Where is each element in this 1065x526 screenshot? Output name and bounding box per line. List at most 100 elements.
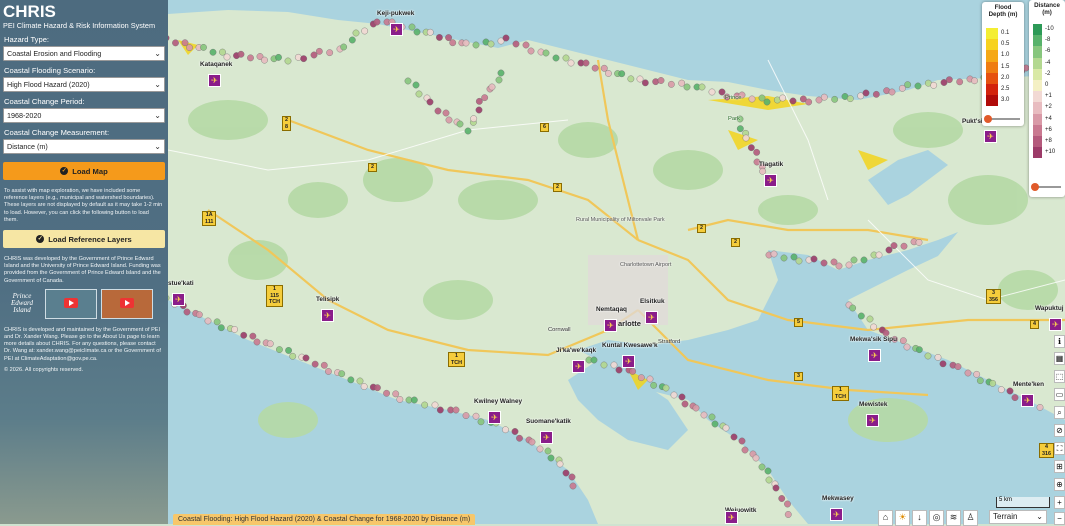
coastal-change-dot[interactable] [914,82,922,90]
coastal-change-dot[interactable] [552,54,560,62]
coastal-change-dot[interactable] [412,81,420,89]
coastal-change-dot[interactable] [964,369,972,377]
coastal-change-dot[interactable] [204,317,212,325]
coastal-change-dot[interactable] [753,148,761,156]
coastal-change-dot[interactable] [373,18,381,26]
coastal-change-dot[interactable] [326,49,334,57]
layers-off-icon[interactable]: ⊘ [1054,424,1065,437]
coastal-change-dot[interactable] [736,125,744,133]
coastal-change-dot[interactable] [408,23,416,31]
coastal-change-dot[interactable] [183,308,191,316]
coastal-change-dot[interactable] [311,360,319,368]
coastal-change-dot[interactable] [667,80,675,88]
coastal-change-dot[interactable] [186,44,193,52]
coastal-change-dot[interactable] [610,361,618,369]
video-thumbnail-2[interactable] [101,288,153,319]
coastal-change-dot[interactable] [195,311,203,319]
coastal-change-dot[interactable] [641,79,649,87]
coastal-change-dot[interactable] [772,484,780,492]
coastal-change-dot[interactable] [875,251,883,259]
coastal-change-dot[interactable] [452,406,460,414]
coastal-change-dot[interactable] [434,107,442,115]
coastal-change-dot[interactable] [657,77,665,84]
coastal-change-dot[interactable] [475,97,483,105]
map-canvas[interactable]: Charlottetown Airport Rural Municipality… [168,0,1065,524]
coastal-change-dot[interactable] [849,304,857,312]
coastal-change-dot[interactable] [310,51,318,59]
coastal-change-dot[interactable] [315,47,323,55]
coastal-change-dot[interactable] [445,34,452,41]
coastal-change-dot[interactable] [904,81,912,89]
coastal-change-dot[interactable] [778,495,786,502]
coastal-change-dot[interactable] [426,28,434,36]
coastal-change-dot[interactable] [497,69,505,77]
coastal-change-dot[interactable] [544,447,552,455]
coastal-change-dot[interactable] [527,47,535,55]
coastal-change-dot[interactable] [741,446,749,454]
coastal-change-dot[interactable] [752,454,760,462]
coastal-change-dot[interactable] [383,389,390,397]
coastal-change-dot[interactable] [348,36,356,44]
slider-handle[interactable] [984,115,992,123]
coastal-change-dot[interactable] [924,352,932,360]
community-marker-icon[interactable]: ✈ [172,293,185,306]
coastal-change-dot[interactable] [410,396,418,404]
coastal-change-dot[interactable] [898,84,906,92]
coastal-change-dot[interactable] [738,437,746,445]
coastal-change-dot[interactable] [404,77,412,85]
coastal-change-dot[interactable] [522,41,530,49]
chart-icon[interactable]: ⬚ [1054,370,1065,383]
community-marker-icon[interactable]: ✈ [1021,394,1034,407]
coastal-change-dot[interactable] [415,90,423,98]
coastal-change-dot[interactable] [249,332,257,340]
coastal-change-dot[interactable] [862,89,870,97]
load-reference-button[interactable]: ✓ Load Reference Layers [3,230,165,249]
coastal-change-dot[interactable] [556,460,564,468]
coastal-change-dot[interactable] [436,406,444,414]
coastal-change-dot[interactable] [219,48,226,56]
coastal-change-dot[interactable] [763,98,771,106]
coastal-change-dot[interactable] [481,94,489,102]
coastal-change-dot[interactable] [722,424,730,432]
community-marker-icon[interactable]: ✈ [321,309,334,322]
coastal-change-dot[interactable] [805,98,813,106]
period-select[interactable]: 1968-2020 ⌄ [3,108,165,123]
flood-opacity-slider[interactable] [984,115,1020,123]
coastal-change-dot[interactable] [213,318,221,326]
coastal-change-dot[interactable] [915,238,923,246]
coastal-change-dot[interactable] [683,83,691,91]
coastal-change-dot[interactable] [885,246,893,254]
coastal-change-dot[interactable] [276,346,283,353]
coastal-change-dot[interactable] [636,75,644,83]
community-marker-icon[interactable]: ✈ [725,511,738,524]
coastal-change-dot[interactable] [240,331,248,339]
coastal-change-dot[interactable] [820,259,828,267]
coastal-change-dot[interactable] [590,356,598,364]
load-map-button[interactable]: ✓ Load Map [3,162,165,180]
coastal-change-dot[interactable] [711,420,719,428]
coastal-change-dot[interactable] [820,93,828,101]
coastal-change-dot[interactable] [237,50,245,58]
coastal-change-dot[interactable] [698,83,706,91]
coastal-change-dot[interactable] [477,418,485,426]
coastal-change-dot[interactable] [547,454,555,462]
coastal-change-dot[interactable] [678,393,686,401]
coastal-change-dot[interactable] [730,433,738,441]
coastal-change-dot[interactable] [831,95,839,103]
community-marker-icon[interactable]: ✈ [540,431,553,444]
coastal-change-dot[interactable] [516,434,523,442]
hazard-type-select[interactable]: Coastal Erosion and Flooding ⌄ [3,46,165,61]
coastal-change-dot[interactable] [302,354,310,362]
coastal-change-dot[interactable] [708,413,716,421]
community-marker-icon[interactable]: ✈ [645,311,658,324]
coastal-change-dot[interactable] [779,94,787,102]
coastal-change-dot[interactable] [1011,394,1019,401]
coastal-change-dot[interactable] [835,262,843,270]
coastal-change-dot[interactable] [860,256,868,264]
coastal-change-dot[interactable] [475,106,483,114]
coastal-change-dot[interactable] [360,383,368,390]
community-marker-icon[interactable]: ✈ [984,130,997,143]
coastal-change-dot[interactable] [300,55,308,63]
coastal-change-dot[interactable] [374,384,381,392]
coastal-change-dot[interactable] [495,76,503,84]
